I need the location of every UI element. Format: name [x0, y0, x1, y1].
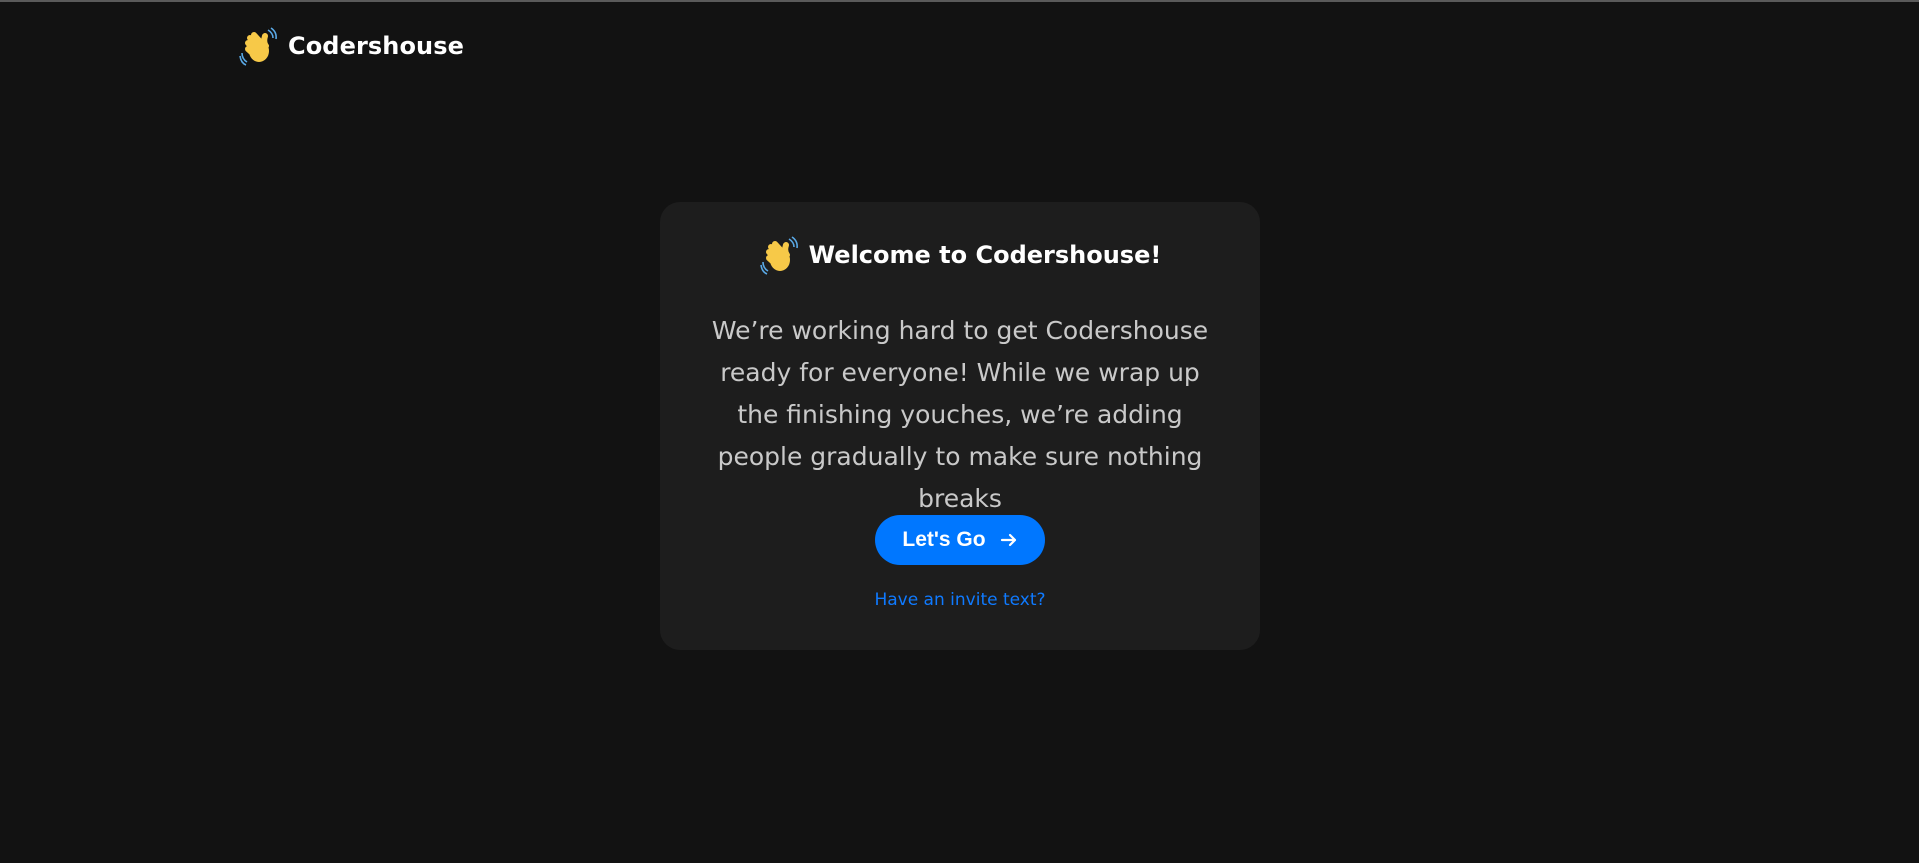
- arrow-right-icon: [1000, 531, 1018, 549]
- brand-link[interactable]: Codershouse: [238, 26, 464, 66]
- invite-text-link[interactable]: Have an invite text?: [660, 590, 1260, 610]
- window-top-border: [0, 0, 1919, 2]
- welcome-card: Welcome to Codershouse! We’re working ha…: [660, 202, 1260, 650]
- lets-go-label: Let's Go: [902, 528, 986, 551]
- card-description: We’re working hard to get Codershouse re…: [711, 316, 1209, 513]
- waving-hand-icon: [759, 235, 799, 275]
- card-title: Welcome to Codershouse!: [808, 241, 1162, 269]
- waving-hand-icon: [238, 26, 278, 66]
- navbar: Codershouse: [238, 26, 464, 66]
- lets-go-button[interactable]: Let's Go: [875, 515, 1045, 565]
- brand-name: Codershouse: [288, 32, 465, 60]
- card-heading: Welcome to Codershouse!: [660, 235, 1260, 275]
